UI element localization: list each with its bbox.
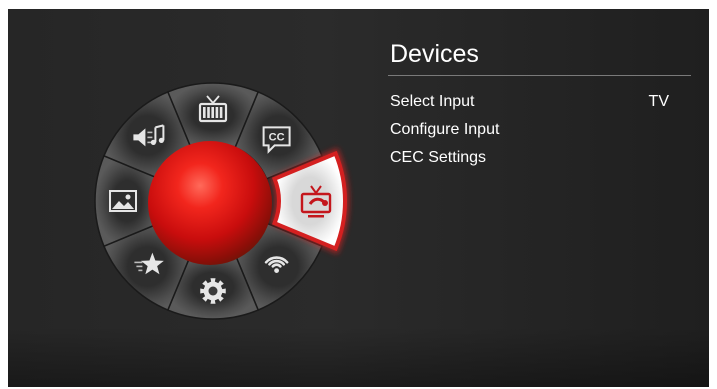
menu-item-label: Select Input bbox=[390, 93, 475, 110]
center-orb[interactable] bbox=[148, 141, 272, 265]
title-divider bbox=[388, 75, 691, 76]
gear-icon bbox=[200, 278, 226, 304]
menu-item-label: Configure Input bbox=[390, 121, 500, 138]
tv-screen: CC Devices Select Input TV Configure Inp… bbox=[8, 9, 709, 387]
menu-item-select-input[interactable]: Select Input TV bbox=[388, 88, 693, 116]
menu-item-label: CEC Settings bbox=[390, 149, 487, 166]
menu-item-value: TV bbox=[648, 93, 669, 110]
settings-wheel: CC bbox=[94, 82, 349, 320]
menu-item-cec-settings[interactable]: CEC Settings bbox=[388, 144, 693, 172]
devices-menu: Select Input TV Configure Input CEC Sett… bbox=[388, 88, 693, 172]
svg-text:CC: CC bbox=[269, 131, 285, 143]
panel-title: Devices bbox=[390, 40, 479, 68]
menu-item-configure-input[interactable]: Configure Input bbox=[388, 116, 693, 144]
devices-panel: Devices Select Input TV Configure Input … bbox=[388, 39, 693, 172]
